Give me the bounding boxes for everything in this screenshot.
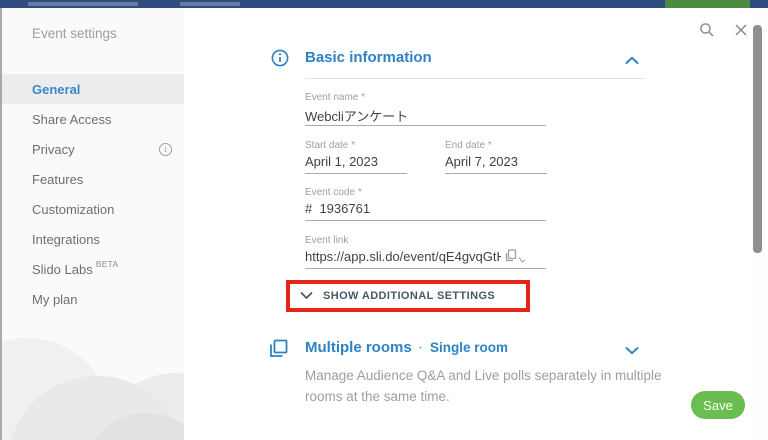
basic-info-section-icon bbox=[271, 49, 289, 72]
start-date-field[interactable]: Start date * April 1, 2023 bbox=[305, 140, 407, 174]
end-date-field[interactable]: End date * April 7, 2023 bbox=[445, 140, 547, 174]
rooms-copy-icon bbox=[269, 339, 288, 358]
sidebar-item-label: My plan bbox=[32, 292, 78, 307]
end-date-label: End date * bbox=[445, 140, 547, 151]
scrollbar-track[interactable] bbox=[752, 8, 764, 440]
scrollbar-thumb[interactable] bbox=[753, 25, 762, 253]
event-code-value[interactable]: # 1936761 bbox=[305, 201, 546, 216]
chevron-up-icon bbox=[625, 56, 639, 65]
sidebar-item-my-plan[interactable]: My plan bbox=[2, 284, 184, 314]
sidebar-item-label: Share Access bbox=[32, 112, 112, 127]
event-settings-modal: Event settings General Share Access Priv… bbox=[0, 0, 768, 440]
info-circle-icon bbox=[271, 49, 289, 67]
event-name-field[interactable]: Event name * Webcliアンケート bbox=[305, 92, 546, 126]
single-room-mode-link[interactable]: Single room bbox=[430, 340, 508, 355]
event-code-field[interactable]: Event code * # 1936761 bbox=[305, 187, 546, 221]
show-additional-settings-button[interactable] bbox=[300, 287, 313, 305]
close-icon bbox=[734, 23, 748, 37]
background-app-topbar bbox=[0, 0, 768, 8]
sidebar-item-slido-labs[interactable]: Slido Labs BETA bbox=[2, 254, 184, 284]
event-code-label: Event code * bbox=[305, 187, 546, 198]
sidebar-title: Event settings bbox=[32, 26, 117, 41]
sidebar-item-label: Slido Labs bbox=[32, 262, 93, 277]
start-date-value[interactable]: April 1, 2023 bbox=[305, 154, 407, 169]
sidebar-item-customization[interactable]: Customization bbox=[2, 194, 184, 224]
topbar-text-fragment bbox=[180, 2, 240, 6]
settings-nav: General Share Access Privacy i Features … bbox=[2, 74, 184, 314]
search-button[interactable] bbox=[696, 19, 718, 41]
section-divider bbox=[305, 78, 645, 79]
sidebar-item-label: General bbox=[32, 82, 80, 97]
multiple-rooms-title: Multiple rooms bbox=[305, 339, 412, 356]
multiple-rooms-header: Multiple rooms · Single room bbox=[305, 339, 508, 356]
cropped-icon-fragment bbox=[519, 255, 526, 262]
show-additional-settings-label[interactable]: SHOW ADDITIONAL SETTINGS bbox=[323, 290, 495, 302]
red-highlight-annotation[interactable]: SHOW ADDITIONAL SETTINGS bbox=[286, 280, 530, 312]
event-link-value[interactable]: https://app.sli.do/event/qE4gvqGtHMX2ZkV… bbox=[305, 249, 501, 264]
info-circle-icon: i bbox=[159, 143, 172, 156]
topbar-green-button-fragment bbox=[665, 0, 750, 8]
topbar-text-fragment bbox=[28, 2, 138, 6]
start-date-label: Start date * bbox=[305, 140, 407, 151]
beta-badge: BETA bbox=[96, 259, 119, 269]
sidebar-item-general[interactable]: General bbox=[2, 74, 184, 104]
multiple-rooms-section-icon bbox=[269, 339, 288, 363]
sidebar-item-share-access[interactable]: Share Access bbox=[2, 104, 184, 134]
event-name-label: Event name * bbox=[305, 92, 546, 103]
sidebar-item-label: Privacy bbox=[32, 142, 75, 157]
sidebar-item-label: Customization bbox=[32, 202, 114, 217]
dot-separator: · bbox=[419, 340, 423, 355]
chevron-down-icon bbox=[625, 346, 639, 355]
collapse-section-button[interactable] bbox=[625, 52, 639, 70]
event-name-value[interactable]: Webcliアンケート bbox=[305, 106, 546, 125]
settings-sidebar: Event settings General Share Access Priv… bbox=[0, 8, 184, 440]
close-button[interactable] bbox=[730, 19, 752, 41]
sidebar-item-integrations[interactable]: Integrations bbox=[2, 224, 184, 254]
sidebar-item-label: Features bbox=[32, 172, 83, 187]
sidebar-item-privacy[interactable]: Privacy i bbox=[2, 134, 184, 164]
settings-main-panel: Basic information Event name * Webcliアンケ… bbox=[184, 8, 768, 440]
chevron-down-icon bbox=[300, 291, 313, 300]
save-button[interactable]: Save bbox=[691, 391, 745, 419]
event-link-field[interactable]: Event link https://app.sli.do/event/qE4g… bbox=[305, 235, 546, 269]
copy-icon[interactable] bbox=[505, 249, 517, 262]
expand-section-button[interactable] bbox=[625, 342, 639, 360]
sidebar-item-features[interactable]: Features bbox=[2, 164, 184, 194]
end-date-value[interactable]: April 7, 2023 bbox=[445, 154, 547, 169]
search-icon bbox=[699, 22, 715, 38]
multiple-rooms-description: Manage Audience Q&A and Live polls separ… bbox=[305, 365, 679, 407]
basic-information-title: Basic information bbox=[305, 49, 432, 66]
sidebar-item-label: Integrations bbox=[32, 232, 100, 247]
event-link-label: Event link bbox=[305, 235, 546, 246]
